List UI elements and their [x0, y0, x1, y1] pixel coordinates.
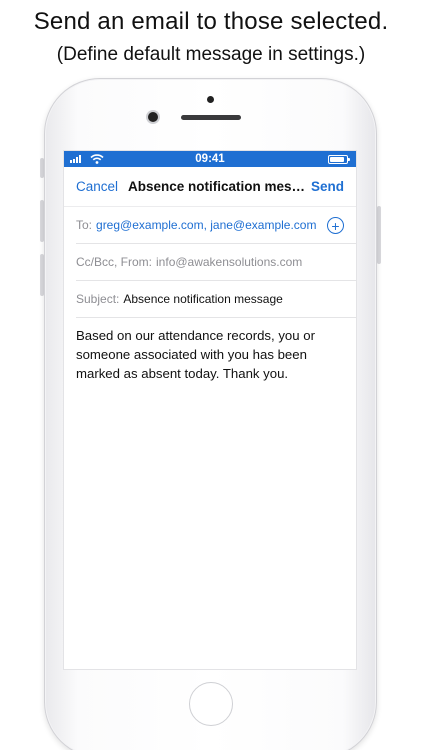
send-button[interactable]: Send	[311, 179, 344, 194]
message-body[interactable]: Based on our attendance records, you or …	[64, 318, 356, 383]
battery-icon	[328, 155, 350, 164]
cc-bcc-from-field[interactable]: Cc/Bcc, From: info@awakensolutions.com	[76, 244, 356, 281]
caption-title: Send an email to those selected.	[33, 8, 389, 35]
status-bar: 09:41	[64, 151, 356, 167]
caption-subtitle: (Define default message in settings.)	[56, 44, 366, 65]
proximity-sensor	[207, 96, 214, 103]
phone-screen: 09:41 Cancel Absence notification messag…	[63, 150, 357, 670]
subject-field[interactable]: Subject: Absence notification message	[76, 281, 356, 318]
cancel-button[interactable]: Cancel	[76, 179, 118, 194]
add-recipient-icon[interactable]: +	[327, 217, 344, 234]
subject-value[interactable]: Absence notification message	[123, 292, 282, 306]
status-time: 09:41	[195, 153, 225, 165]
battery-fill	[330, 157, 344, 162]
home-button[interactable]	[189, 682, 233, 726]
compose-navbar: Cancel Absence notification message Send	[64, 167, 356, 207]
front-camera	[148, 112, 158, 122]
cc-bcc-from-label: Cc/Bcc, From:	[76, 255, 153, 269]
to-label: To:	[76, 218, 93, 232]
from-address[interactable]: info@awakensolutions.com	[156, 255, 302, 269]
to-field[interactable]: To: greg@example.com, jane@example.com +	[76, 207, 356, 244]
earpiece-speaker	[181, 115, 241, 120]
power-button	[377, 206, 381, 264]
to-recipients[interactable]: greg@example.com, jane@example.com	[96, 218, 316, 232]
compose-title: Absence notification message	[128, 179, 308, 194]
subject-label: Subject:	[76, 292, 120, 306]
